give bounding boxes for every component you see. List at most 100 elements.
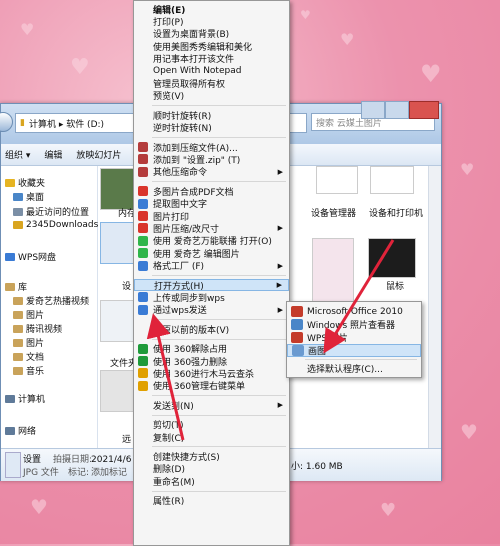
context-menu-item[interactable]: 上传或同步到wps xyxy=(134,291,289,304)
image-thumbnail[interactable] xyxy=(100,370,136,412)
detail-tag-value[interactable]: 添加标记 xyxy=(91,465,127,478)
context-menu-item[interactable]: 提取图中文字 xyxy=(134,198,289,210)
app-icon xyxy=(292,345,304,356)
nav-label: 收藏夹 xyxy=(18,179,46,189)
open-with-item[interactable]: 画图 xyxy=(287,344,421,357)
context-menu: 编辑(E) 打印(P) 设置为桌面背景(B) 使用美图秀秀编辑和美化 用记事本打开该文件… xyxy=(133,0,290,546)
menu-item-label: 属性(R) xyxy=(153,497,185,508)
context-menu-item[interactable]: 其他压缩命令 ▶ xyxy=(134,166,289,178)
context-menu-item[interactable]: 管理员取得所有权 xyxy=(134,77,289,90)
nav-recent[interactable]: 最近访问的位置 xyxy=(13,205,89,218)
context-menu-item[interactable]: 图片打印 xyxy=(134,210,289,223)
context-menu-item[interactable]: 使用美图秀秀编辑和美化 xyxy=(134,40,289,53)
nav-music[interactable]: 音乐 xyxy=(13,364,44,377)
context-menu-item[interactable]: 使用 360强力删除 xyxy=(134,355,289,368)
menu-item-icon xyxy=(138,142,148,152)
image-icon xyxy=(13,310,23,319)
context-menu-item[interactable]: 编辑(E) xyxy=(134,3,289,16)
nav-aiqiyi[interactable]: 爱奇艺热播视频 xyxy=(13,294,89,307)
context-menu-item[interactable]: Open With Notepad xyxy=(134,65,289,77)
organize-button[interactable]: 组织 ▾ xyxy=(5,148,30,161)
nav-pictures[interactable]: 图片 xyxy=(13,336,44,349)
mouse-image-thumbnail[interactable] xyxy=(368,238,416,278)
file-label: 远 xyxy=(122,435,132,445)
context-menu-item[interactable]: 复制(C) xyxy=(134,431,289,444)
maximize-button[interactable] xyxy=(385,101,409,119)
context-menu-item[interactable]: 发送到(N) ▶ xyxy=(134,399,289,412)
context-menu-item[interactable]: 还原以前的版本(V) xyxy=(134,323,289,336)
context-menu-item[interactable]: 用记事本打开该文件 xyxy=(134,53,289,65)
edit-button[interactable]: 编辑 xyxy=(44,148,62,161)
image-thumbnail[interactable] xyxy=(316,166,358,194)
nav-network[interactable]: 网络 xyxy=(5,424,36,437)
context-menu-item[interactable]: 打开方式(H) ▶ xyxy=(134,279,289,292)
nav-images[interactable]: 图片 xyxy=(13,308,44,321)
slideshow-button[interactable]: 放映幻灯片 xyxy=(76,148,121,161)
open-with-item[interactable]: WPS 图片 xyxy=(287,331,421,344)
menu-separator xyxy=(152,446,286,448)
context-menu-item[interactable]: 添加到压缩文件(A)... xyxy=(134,141,289,154)
back-button[interactable] xyxy=(0,112,13,132)
menu-item-label: 使用 360管理右键菜单 xyxy=(153,382,246,393)
menu-item-label: 剪切(T) xyxy=(153,421,184,432)
context-menu-item[interactable]: 属性(R) xyxy=(134,495,289,507)
menu-item-label: 创建快捷方式(S) xyxy=(153,452,220,463)
context-menu-item[interactable]: 使用 360进行木马云查杀 xyxy=(134,367,289,380)
context-menu-item[interactable]: 逆时针旋转(N) xyxy=(134,122,289,134)
context-menu-item[interactable]: 多图片合成PDF文档 xyxy=(134,185,289,198)
nav-favorites[interactable]: 收藏夹 xyxy=(5,176,45,189)
close-button[interactable] xyxy=(409,101,439,119)
image-thumbnail[interactable] xyxy=(100,168,136,210)
context-menu-item[interactable]: 使用 360解除占用 xyxy=(134,343,289,355)
context-menu-item[interactable]: 通过wps发送 ▶ xyxy=(134,304,289,316)
menu-separator xyxy=(152,395,286,397)
menu-item-label: 其他压缩命令 xyxy=(153,168,208,179)
context-menu-item[interactable]: 剪切(T) xyxy=(134,419,289,431)
heart-decoration: ♥ xyxy=(300,8,311,22)
context-menu-item[interactable]: 删除(D) xyxy=(134,463,289,475)
context-menu-item[interactable]: 使用 爱奇艺万能联播 打开(O) xyxy=(134,235,289,247)
nav-label: 文档 xyxy=(26,353,45,363)
image-thumbnail[interactable] xyxy=(100,300,136,342)
open-with-item[interactable]: Windows 照片查看器 xyxy=(287,318,421,331)
cloud-icon xyxy=(5,252,15,261)
heart-decoration: ♥ xyxy=(460,160,475,179)
nav-docs[interactable]: 文档 xyxy=(13,350,44,363)
context-menu-item[interactable]: 预览(V) xyxy=(134,90,289,102)
menu-item-label: 预览(V) xyxy=(153,92,185,103)
context-menu-item[interactable]: 打印(P) xyxy=(134,15,289,28)
context-menu-item[interactable]: 图片压缩/改尺寸 ▶ xyxy=(134,222,289,235)
open-with-item[interactable]: 选择默认程序(C)... xyxy=(287,362,421,375)
vertical-scrollbar[interactable] xyxy=(428,166,441,448)
nav-tencent[interactable]: 腾讯视频 xyxy=(13,322,62,335)
context-menu-item[interactable]: 设置为桌面背景(B) xyxy=(134,28,289,40)
context-menu-item[interactable]: 创建快捷方式(S) xyxy=(134,450,289,463)
nav-downloads[interactable]: 2345Downloads xyxy=(13,220,98,230)
menu-item-label: 重命名(M) xyxy=(153,477,195,488)
detail-tag-label: 标记: xyxy=(68,468,90,478)
context-menu-item[interactable]: 顺时针旋转(R) xyxy=(134,109,289,122)
menu-separator xyxy=(152,490,286,492)
open-with-item[interactable]: Microsoft Office 2010 xyxy=(287,305,421,318)
menu-item-label: 复制(C) xyxy=(153,433,185,444)
context-menu-item[interactable]: 使用 360管理右键菜单 xyxy=(134,380,289,392)
submenu-arrow-icon: ▶ xyxy=(277,305,283,314)
nav-wps[interactable]: WPS网盘 xyxy=(5,250,56,263)
app-icon xyxy=(291,332,303,343)
menu-item-label: 上传或同步到wps xyxy=(153,293,225,304)
nav-computer[interactable]: 计算机 xyxy=(5,392,45,405)
context-menu-item[interactable]: 格式工厂 (F) ▶ xyxy=(134,260,289,272)
context-menu-item[interactable]: 添加到 "设置.zip" (T) xyxy=(134,153,289,166)
image-thumbnail[interactable] xyxy=(370,166,414,194)
file-label: 鼠标 xyxy=(386,282,405,292)
image-thumbnail-selected[interactable] xyxy=(100,222,136,264)
file-label: 设备管理器 xyxy=(311,209,357,219)
nav-library[interactable]: 库 xyxy=(5,280,27,293)
app-icon xyxy=(291,306,303,317)
menu-item-icon xyxy=(138,380,148,391)
context-menu-item[interactable]: 重命名(M) xyxy=(134,475,289,488)
minimize-button[interactable] xyxy=(361,101,385,119)
nav-desktop[interactable]: 桌面 xyxy=(13,190,44,203)
computer-icon xyxy=(5,394,15,403)
context-menu-item[interactable]: 使用 爱奇艺 编辑图片 xyxy=(134,247,289,260)
